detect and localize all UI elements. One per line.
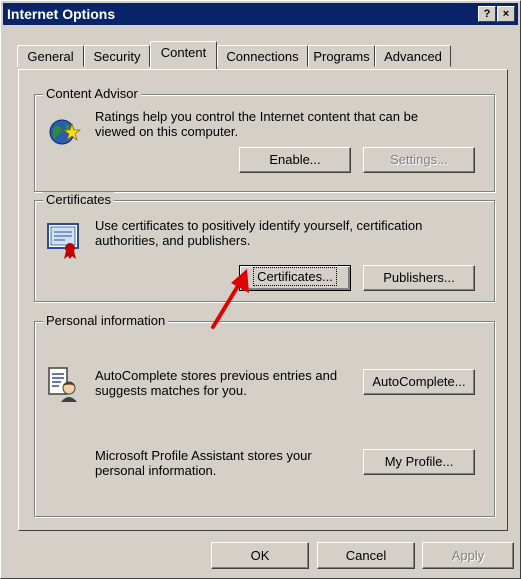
- cancel-button[interactable]: Cancel: [317, 542, 415, 569]
- close-icon[interactable]: ×: [497, 6, 515, 22]
- settings-button[interactable]: Settings...: [363, 147, 475, 173]
- autocomplete-icon: [47, 366, 79, 405]
- my-profile-button[interactable]: My Profile...: [363, 449, 475, 475]
- tab-programs[interactable]: Programs: [308, 45, 375, 67]
- profile-assistant-description: Microsoft Profile Assistant stores your …: [95, 448, 312, 478]
- content-advisor-group: Content Advisor Ratings help you control…: [34, 86, 495, 192]
- internet-options-window: Internet Options ? × General Security Co…: [0, 0, 521, 579]
- title-bar: Internet Options ? ×: [3, 3, 518, 25]
- content-advisor-description: Ratings help you control the Internet co…: [95, 109, 419, 139]
- personal-information-group: Personal information AutoComplete stores…: [34, 313, 495, 517]
- tab-content[interactable]: Content: [150, 41, 217, 69]
- content-advisor-title: Content Advisor: [43, 86, 141, 101]
- certificates-title: Certificates: [43, 192, 115, 207]
- help-icon[interactable]: ?: [478, 6, 496, 22]
- personal-information-title: Personal information: [43, 313, 169, 328]
- enable-button[interactable]: Enable...: [239, 147, 351, 173]
- certificates-button[interactable]: Certificates...: [239, 265, 351, 291]
- tab-connections[interactable]: Connections: [217, 45, 308, 67]
- content-tab-panel: Content Advisor Ratings help you control…: [18, 69, 508, 531]
- tab-advanced[interactable]: Advanced: [375, 45, 451, 67]
- red-arrow-icon: [205, 263, 255, 336]
- tab-security[interactable]: Security: [84, 45, 150, 67]
- ok-button[interactable]: OK: [211, 542, 309, 569]
- certificates-button-label: Certificates...: [253, 267, 337, 286]
- certificate-icon: [47, 221, 81, 264]
- certificates-group: Certificates Use certificates to positiv…: [34, 192, 495, 302]
- publishers-button[interactable]: Publishers...: [363, 265, 475, 291]
- globe-star-icon: [47, 115, 82, 152]
- apply-button[interactable]: Apply: [422, 542, 514, 569]
- tab-general[interactable]: General: [17, 45, 84, 67]
- autocomplete-description: AutoComplete stores previous entries and…: [95, 368, 338, 398]
- autocomplete-button[interactable]: AutoComplete...: [363, 369, 475, 395]
- certificates-description: Use certificates to positively identify …: [95, 218, 423, 248]
- window-title: Internet Options: [7, 6, 116, 22]
